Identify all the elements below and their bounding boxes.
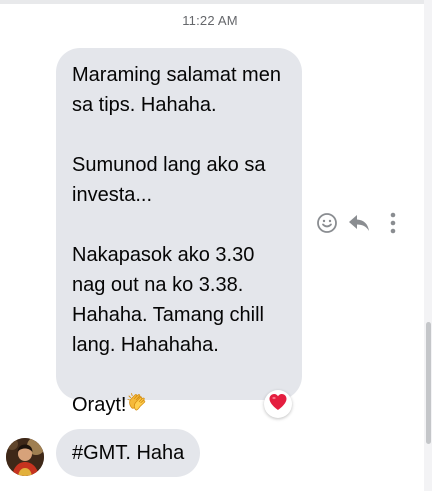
- message-paragraph-text: Orayt!: [72, 394, 127, 416]
- scrollbar-track[interactable]: [424, 0, 432, 491]
- message-timestamp: 11:22 AM: [182, 13, 238, 28]
- message-bubble[interactable]: Maraming salamat men sa tips. Hahaha. Su…: [56, 48, 302, 416]
- message-bubble-short[interactable]: #GMT. Haha: [56, 429, 201, 477]
- avatar[interactable]: [6, 438, 44, 476]
- more-options-button[interactable]: [380, 212, 406, 238]
- react-button[interactable]: [314, 212, 340, 238]
- heart-reaction[interactable]: [264, 390, 292, 418]
- reply-icon: [347, 213, 371, 238]
- message-actions: [314, 212, 404, 238]
- smiley-icon: [316, 212, 338, 239]
- scrollbar-thumb[interactable]: [426, 322, 431, 444]
- message-paragraph: Maraming salamat men sa tips. Hahaha.: [72, 64, 281, 116]
- vertical-dots-icon: [389, 212, 397, 239]
- message-paragraph-last: Orayt!: [72, 390, 286, 420]
- message-paragraph: Nakapasok ako 3.30 nag out na ko 3.38. H…: [72, 244, 264, 356]
- heart-icon: [268, 393, 288, 416]
- message-paragraph: Sumunod lang ako sa investa...: [72, 154, 266, 206]
- reply-button[interactable]: [346, 212, 372, 238]
- top-divider: [0, 0, 432, 4]
- clapping-hands-emoji: [127, 391, 147, 417]
